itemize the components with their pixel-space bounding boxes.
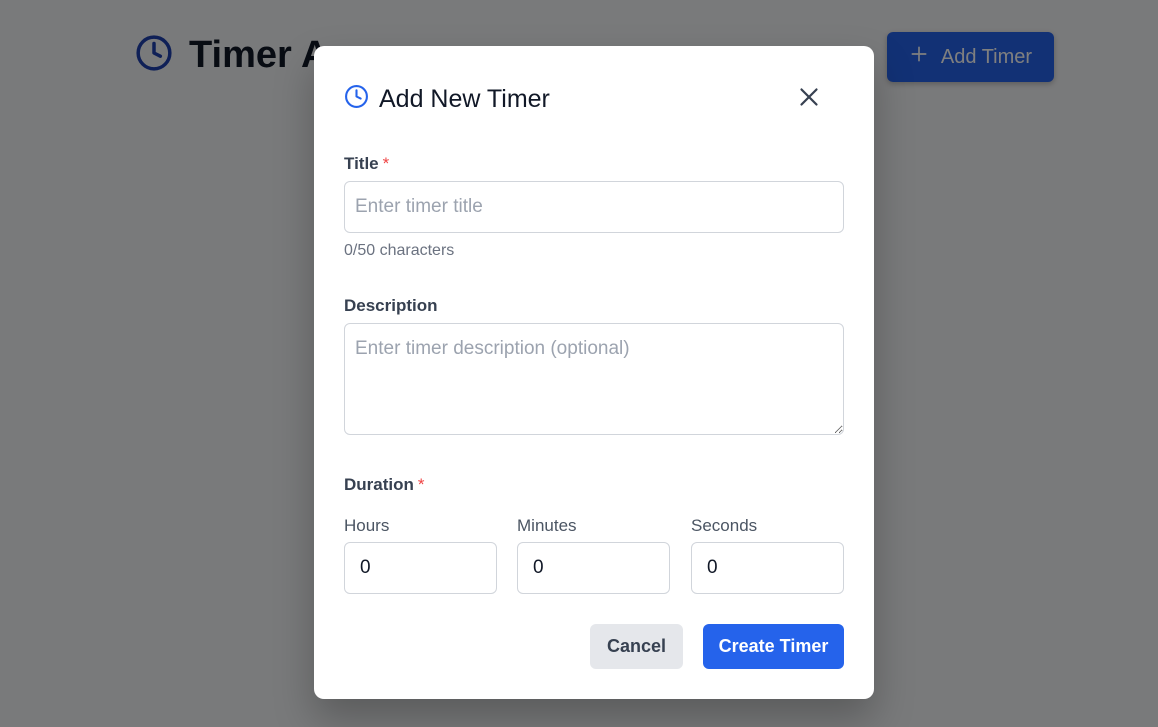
seconds-group: Seconds: [691, 516, 844, 594]
close-button[interactable]: [794, 82, 824, 112]
add-timer-dialog: Add New Timer Title* 0/50 characters Des…: [314, 46, 874, 699]
description-label: Description: [344, 296, 438, 315]
duration-label-text: Duration: [344, 475, 414, 494]
hours-input[interactable]: [344, 542, 497, 594]
hours-group: Hours: [344, 516, 497, 594]
seconds-label: Seconds: [691, 516, 758, 535]
close-icon: [794, 88, 824, 115]
modal-title: Add New Timer: [379, 84, 550, 113]
title-input[interactable]: [344, 181, 844, 233]
title-char-count: 0/50 characters: [344, 242, 455, 259]
required-marker: *: [417, 475, 425, 494]
create-timer-button[interactable]: Create Timer: [703, 624, 844, 669]
duration-label: Duration *: [344, 475, 425, 495]
cancel-button[interactable]: Cancel: [590, 624, 683, 669]
minutes-input[interactable]: [517, 542, 670, 594]
minutes-group: Minutes: [517, 516, 670, 594]
clock-icon: [344, 84, 369, 114]
seconds-input[interactable]: [691, 542, 844, 594]
required-marker: *: [382, 154, 390, 173]
modal-title-group: Add New Timer: [344, 84, 844, 114]
modal-header: Add New Timer: [344, 84, 844, 116]
hours-label: Hours: [344, 516, 390, 535]
minutes-label: Minutes: [517, 516, 577, 535]
description-textarea[interactable]: [344, 323, 844, 435]
title-label-text: Title: [344, 154, 379, 173]
title-label: Title *: [344, 154, 389, 174]
